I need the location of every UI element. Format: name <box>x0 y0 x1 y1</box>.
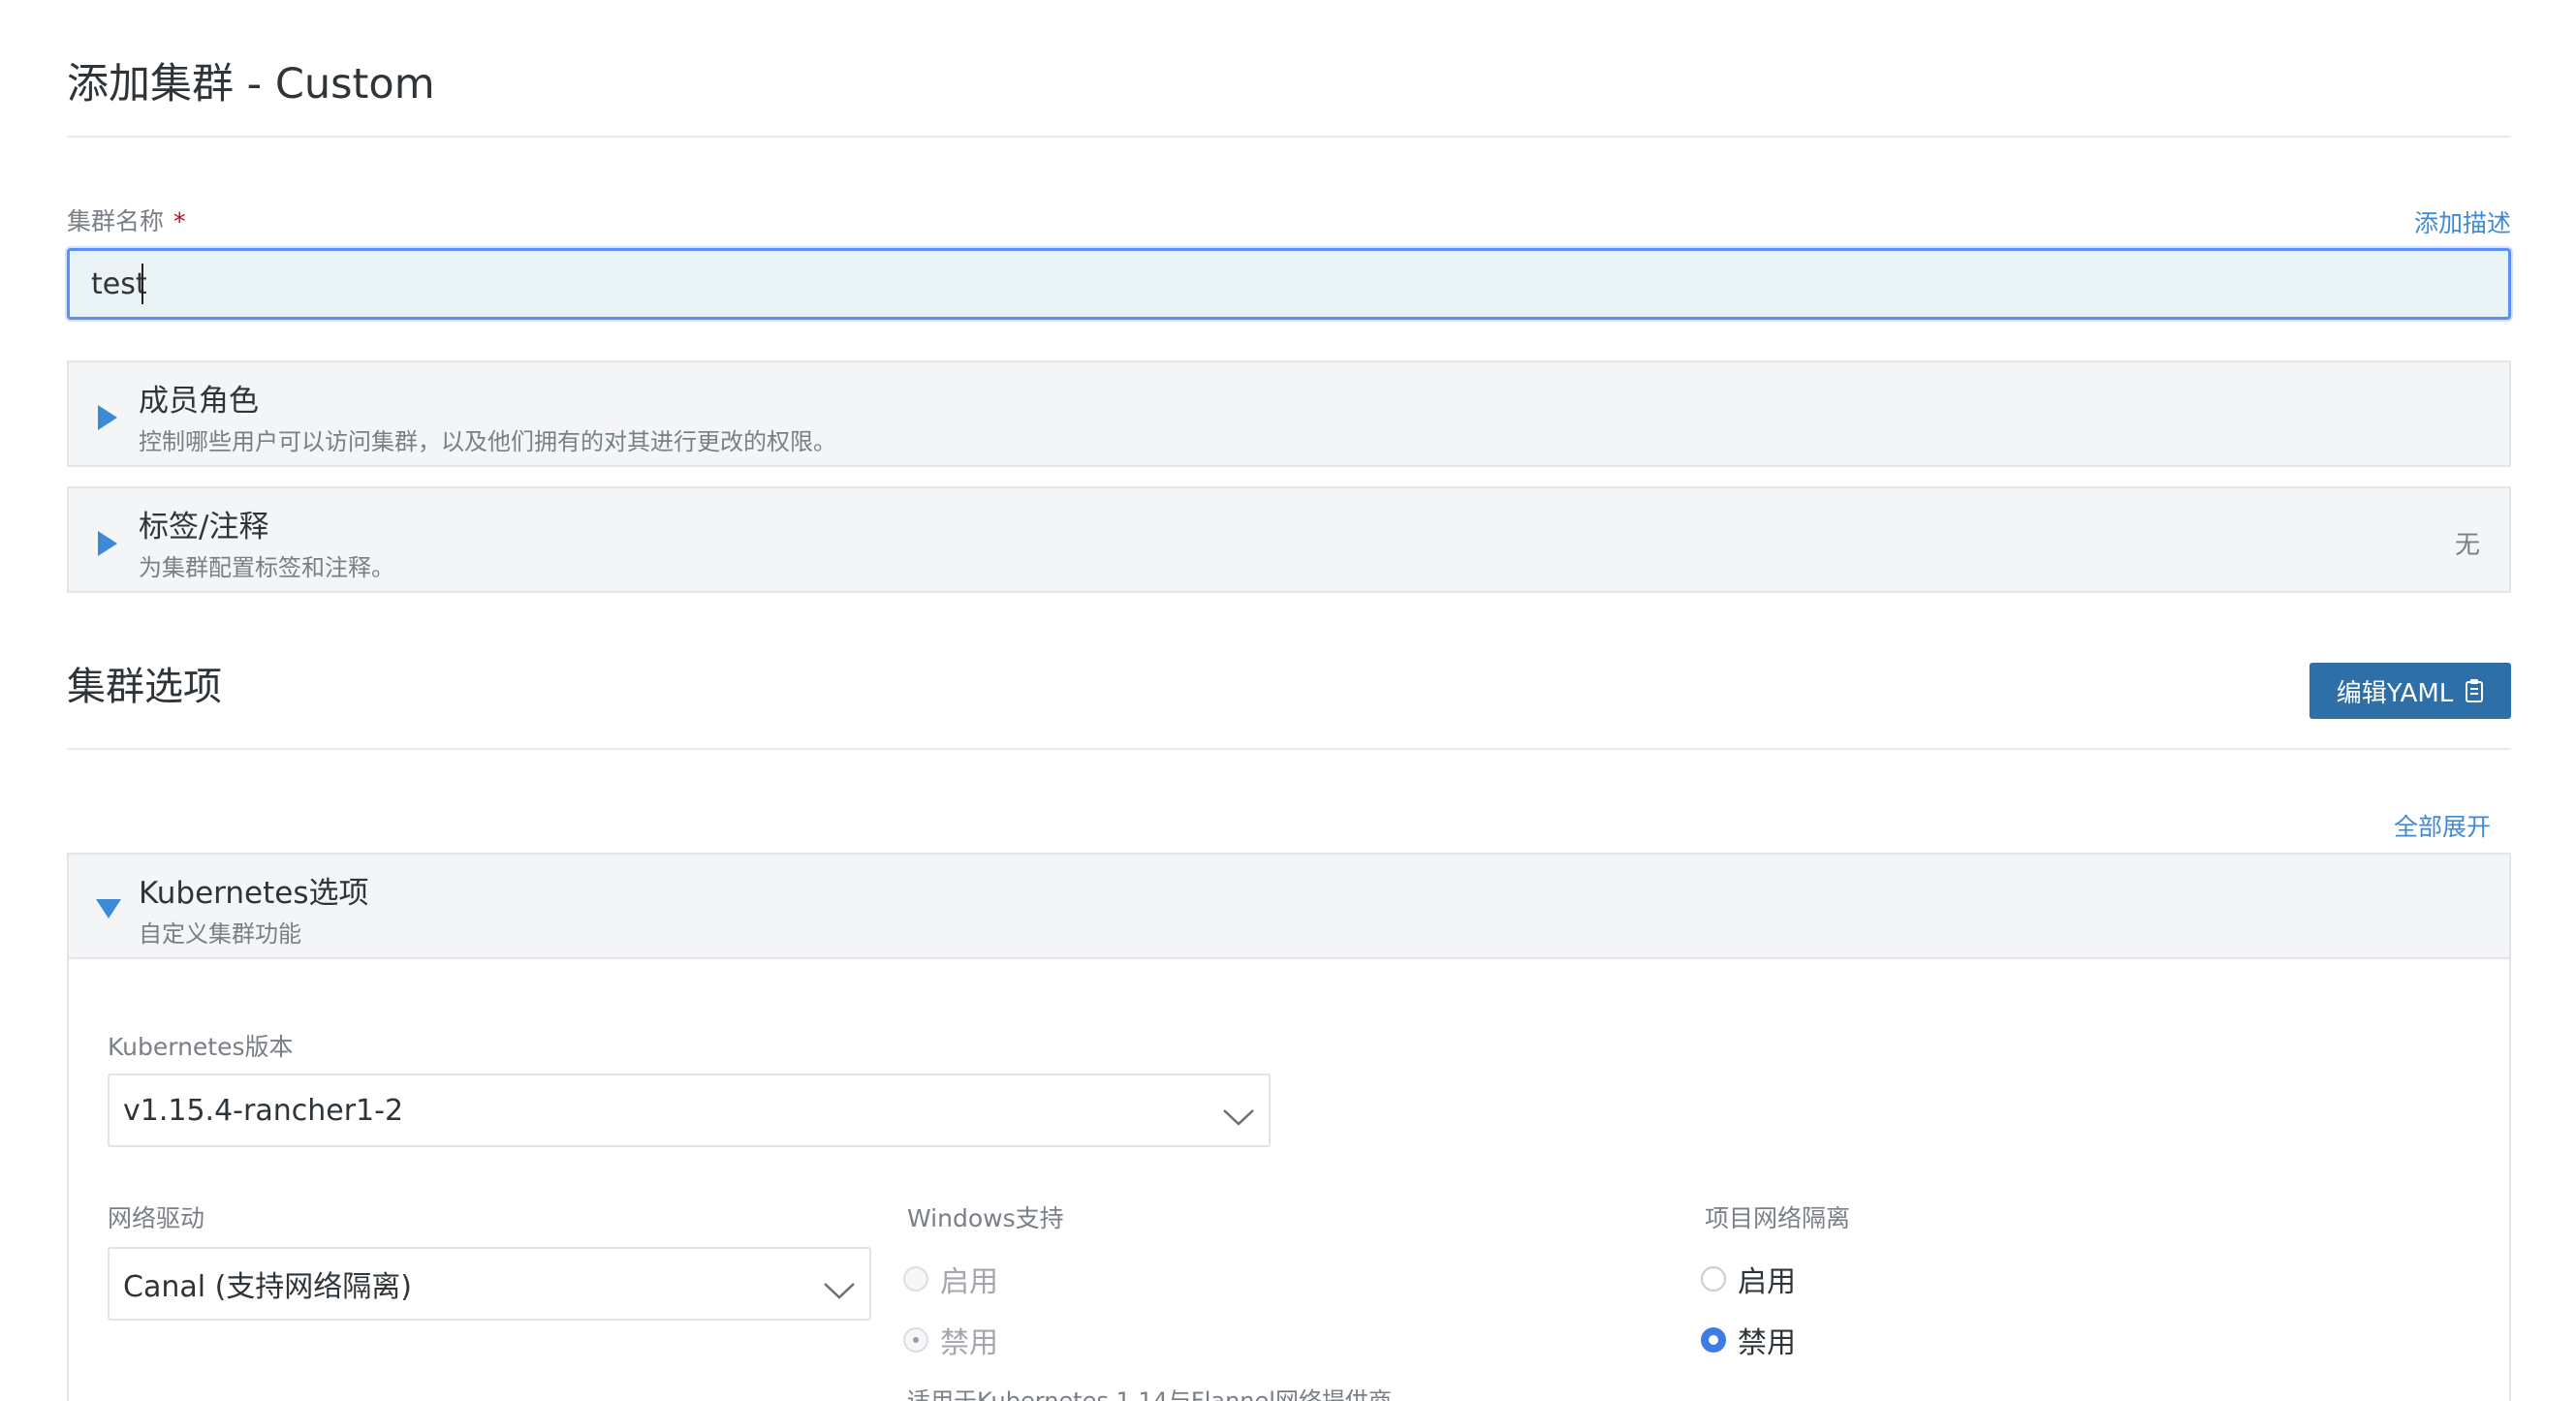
labels-annotations-title: 标签/注释 <box>139 510 269 545</box>
labels-annotations-subtitle: 为集群配置标签和注释。 <box>139 554 394 581</box>
edit-yaml-label: 编辑YAML <box>2336 678 2454 708</box>
title-divider <box>67 136 2511 138</box>
triangle-right-icon <box>98 405 117 430</box>
isolation-disable-radio[interactable]: 禁用 <box>1701 1319 1796 1361</box>
windows-enable-label: 启用 <box>940 1265 998 1299</box>
radio-circle <box>1701 1266 1726 1292</box>
windows-disable-label: 禁用 <box>940 1326 998 1360</box>
cluster-name-label: 集群名称 * <box>67 202 186 237</box>
radio-circle <box>903 1327 928 1353</box>
page-title: 添加集群 - Custom <box>67 60 435 109</box>
isolation-disable-label: 禁用 <box>1738 1326 1796 1360</box>
windows-disable-radio[interactable]: 禁用 <box>903 1319 998 1361</box>
kubernetes-options-panel <box>67 957 2511 1401</box>
network-driver-value: Canal (支持网络隔离) <box>123 1270 413 1304</box>
kubernetes-version-label: Kubernetes版本 <box>108 1033 294 1061</box>
section-divider <box>67 748 2511 750</box>
required-mark: * <box>173 207 186 235</box>
network-driver-label: 网络驱动 <box>108 1204 205 1232</box>
radio-circle <box>1701 1327 1726 1353</box>
kubernetes-version-value: v1.15.4-rancher1-2 <box>123 1093 404 1128</box>
windows-enable-radio[interactable]: 启用 <box>903 1258 998 1300</box>
windows-support-note: 适用于Kubernetes 1.14与Flannel网络提供商。 <box>907 1387 1415 1401</box>
triangle-right-icon <box>98 531 117 556</box>
kubernetes-version-select[interactable]: v1.15.4-rancher1-2 <box>108 1074 1271 1147</box>
windows-support-label: Windows支持 <box>907 1204 1064 1232</box>
radio-circle <box>903 1266 928 1292</box>
expand-all-link[interactable]: 全部展开 <box>2394 808 2491 843</box>
member-roles-subtitle: 控制哪些用户可以访问集群，以及他们拥有的对其进行更改的权限。 <box>139 428 836 455</box>
member-roles-title: 成员角色 <box>139 384 259 419</box>
cluster-name-input[interactable] <box>67 248 2511 320</box>
cluster-options-title: 集群选项 <box>67 665 222 709</box>
labels-annotations-value: 无 <box>2454 531 2480 560</box>
network-driver-select[interactable]: Canal (支持网络隔离) <box>108 1247 871 1321</box>
cluster-name-label-text: 集群名称 <box>67 207 165 235</box>
edit-yaml-button[interactable]: 编辑YAML <box>2309 663 2511 719</box>
kubernetes-options-accordion[interactable]: Kubernetes选项 自定义集群功能 <box>67 853 2511 959</box>
labels-annotations-accordion[interactable]: 标签/注释 为集群配置标签和注释。 无 <box>67 486 2511 593</box>
member-roles-accordion[interactable]: 成员角色 控制哪些用户可以访问集群，以及他们拥有的对其进行更改的权限。 <box>67 360 2511 467</box>
chevron-down-icon <box>823 1274 856 1299</box>
kubernetes-options-title: Kubernetes选项 <box>139 876 369 911</box>
chevron-down-icon <box>1222 1101 1255 1126</box>
kubernetes-options-subtitle: 自定义集群功能 <box>139 920 301 948</box>
add-description-link[interactable]: 添加描述 <box>2414 204 2511 239</box>
text-caret <box>141 264 143 304</box>
isolation-enable-label: 启用 <box>1738 1265 1796 1299</box>
isolation-enable-radio[interactable]: 启用 <box>1701 1258 1796 1300</box>
clipboard-icon <box>2465 678 2484 703</box>
triangle-down-icon <box>96 899 121 918</box>
network-isolation-label: 项目网络隔离 <box>1705 1204 1851 1232</box>
